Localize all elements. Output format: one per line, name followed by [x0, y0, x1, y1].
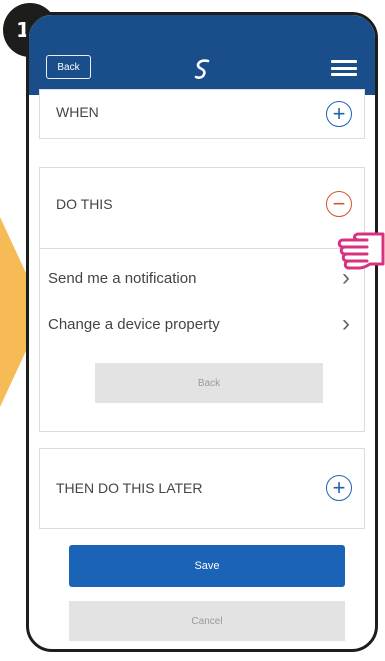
- plus-icon[interactable]: +: [326, 101, 352, 127]
- pointing-hand-icon: [337, 232, 385, 270]
- app-logo-icon: [194, 59, 210, 79]
- section-divider: [40, 248, 364, 249]
- top-bar: Back: [29, 15, 375, 95]
- back-button[interactable]: Back: [46, 55, 91, 79]
- later-title: THEN DO THIS LATER: [56, 480, 203, 496]
- do-this-section: DO THIS − Send me a notification › Chang…: [39, 167, 365, 432]
- option-send-notification[interactable]: Send me a notification ›: [40, 260, 364, 300]
- do-this-title: DO THIS: [56, 196, 113, 212]
- when-title: WHEN: [56, 104, 99, 120]
- rule-editor: WHEN + DO THIS − Send me a notification …: [29, 89, 375, 649]
- option-label: Send me a notification: [48, 270, 197, 287]
- option-change-device-property[interactable]: Change a device property ›: [40, 306, 364, 346]
- hamburger-menu-icon[interactable]: [331, 60, 357, 76]
- cancel-button[interactable]: Cancel: [69, 601, 345, 641]
- option-label: Change a device property: [48, 316, 220, 333]
- plus-icon[interactable]: +: [326, 475, 352, 501]
- options-back-button[interactable]: Back: [95, 363, 323, 403]
- phone-frame: Back WHEN + DO THIS − Send me a notifica…: [26, 12, 378, 652]
- save-button[interactable]: Save: [69, 545, 345, 587]
- minus-icon[interactable]: −: [326, 191, 352, 217]
- when-section: WHEN +: [39, 89, 365, 139]
- then-do-this-later-section: THEN DO THIS LATER +: [39, 448, 365, 529]
- chevron-right-icon: ›: [342, 310, 350, 337]
